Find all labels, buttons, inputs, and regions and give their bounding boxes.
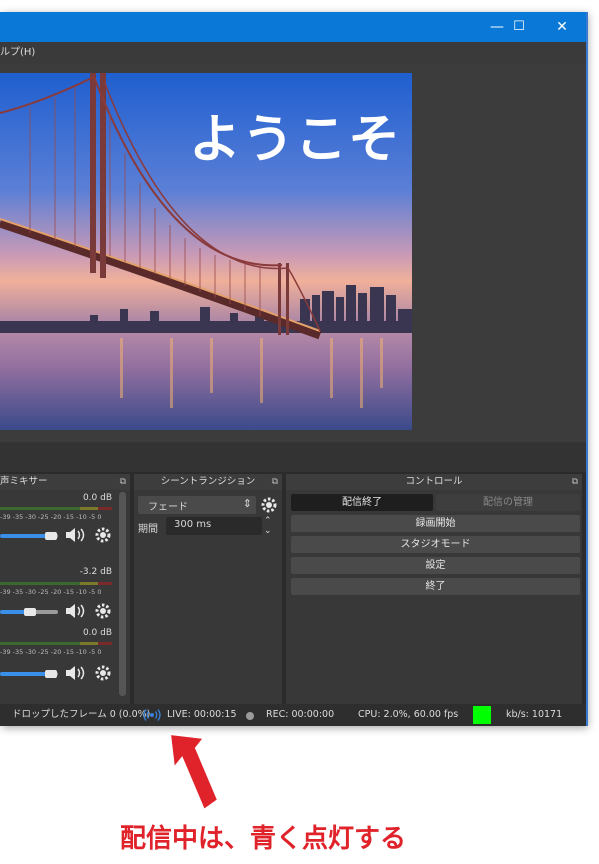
controls-dock: 配信終了 配信の管理 録画開始 スタジオモード 設定 終了 — [286, 490, 582, 704]
preview-image: ようこそ — [0, 73, 412, 430]
rec-indicator-icon — [246, 712, 254, 720]
status-bar: ドロップしたフレーム 0 (0.0%) LIVE: 00:00:15 REC: … — [0, 704, 586, 726]
cpu-usage: CPU: 2.0%, 60.00 fps — [358, 709, 459, 720]
mixer-dock-title: 声ミキサー — [0, 476, 48, 487]
title-bar: — ☐ ✕ — [0, 12, 586, 42]
menu-help[interactable]: ルプ(H) — [0, 42, 35, 64]
duration-spinbox[interactable]: 300 ms — [166, 517, 262, 535]
start-recording-button[interactable]: 録画開始 — [291, 515, 580, 532]
volume-knob[interactable] — [45, 532, 57, 540]
obs-window: — ☐ ✕ ルプ(H) ようこそ 声ミキサー ⧉ 0.0 dB -39 -35 … — [0, 12, 586, 726]
gear-icon[interactable] — [94, 664, 112, 682]
transitions-dock-header: シーントランジション ⧉ — [134, 474, 282, 490]
transitions-dock-title: シーントランジション — [160, 476, 256, 487]
mixer-dock: 0.0 dB -39 -35 -30 -25 -20 -15 -10 -5 0 … — [0, 490, 130, 704]
transition-select[interactable]: フェード ⇕ — [138, 496, 256, 514]
manage-broadcast-button[interactable]: 配信の管理 — [436, 494, 580, 511]
channel-meter-peak — [98, 507, 112, 510]
annotation-caption: 配信中は、青く点灯する — [120, 824, 407, 854]
maximize-button[interactable]: ☐ — [497, 12, 541, 42]
channel-meter-warn — [80, 642, 98, 645]
channel-meter-peak — [98, 582, 112, 585]
bitrate: kb/s: 10171 — [506, 709, 563, 720]
menu-bar: ルプ(H) — [0, 42, 586, 64]
dropped-frames: ドロップしたフレーム 0 (0.0%) — [12, 709, 151, 720]
controls-dock-header: コントロール ⧉ — [286, 474, 582, 490]
mixer-channel-1: 0.0 dB -39 -35 -30 -25 -20 -15 -10 -5 0 — [0, 490, 118, 550]
welcome-text: ようこそ — [189, 110, 402, 170]
transitions-undock-icon[interactable]: ⧉ — [272, 474, 278, 490]
volume-knob[interactable] — [45, 670, 57, 678]
channel-meter — [0, 642, 80, 645]
channel-meter — [0, 582, 80, 585]
channel-meter-warn — [80, 582, 98, 585]
speaker-icon[interactable] — [64, 664, 86, 682]
transition-select-value: フェード — [148, 502, 188, 513]
rec-timer: REC: 00:00:00 — [266, 709, 335, 720]
close-button[interactable]: ✕ — [540, 12, 584, 42]
scene-strip — [0, 442, 586, 472]
stop-streaming-button[interactable]: 配信終了 — [291, 494, 433, 511]
annotation-arrow-icon — [168, 732, 220, 812]
studio-mode-button[interactable]: スタジオモード — [291, 536, 580, 553]
transitions-dock: フェード ⇕ 期間 300 ms ⌃ ⌄ — [134, 490, 282, 704]
channel-ticks: -39 -35 -30 -25 -20 -15 -10 -5 0 — [0, 588, 102, 596]
mixer-channel-2: -3.2 dB -39 -35 -30 -25 -20 -15 -10 -5 0 — [0, 552, 118, 619]
channel-meter-warn — [80, 507, 98, 510]
duration-value: 300 ms — [174, 519, 212, 530]
controls-dock-title: コントロール — [405, 476, 463, 487]
mixer-undock-icon[interactable]: ⧉ — [120, 474, 126, 490]
channel-ticks: -39 -35 -30 -25 -20 -15 -10 -5 0 — [0, 513, 102, 521]
channel-db: 0.0 dB — [82, 493, 112, 503]
channel-db: -3.2 dB — [79, 567, 112, 577]
controls-undock-icon[interactable]: ⧉ — [572, 474, 578, 490]
gear-icon[interactable] — [94, 526, 112, 544]
live-broadcast-icon — [143, 709, 161, 721]
duration-label: 期間 — [138, 524, 158, 535]
mixer-dock-header: 声ミキサー ⧉ — [0, 474, 130, 490]
chevron-updown-icon: ⇕ — [242, 497, 252, 510]
preview-area[interactable]: ようこそ — [0, 64, 586, 442]
spin-down-icon[interactable]: ⌄ — [264, 526, 272, 536]
window-border — [586, 12, 588, 726]
spin-up-icon[interactable]: ⌃ — [264, 516, 272, 526]
settings-button[interactable]: 設定 — [291, 557, 580, 574]
channel-db: 0.0 dB — [82, 628, 112, 638]
stream-health-indicator — [473, 706, 491, 724]
exit-button[interactable]: 終了 — [291, 578, 580, 595]
transition-gear-icon[interactable] — [260, 496, 278, 514]
channel-meter-peak — [98, 642, 112, 645]
speaker-icon[interactable] — [64, 526, 86, 544]
channel-ticks: -39 -35 -30 -25 -20 -15 -10 -5 0 — [0, 648, 102, 656]
mixer-channel-3: 0.0 dB -39 -35 -30 -25 -20 -15 -10 -5 0 — [0, 614, 118, 681]
close-icon: ✕ — [556, 19, 568, 35]
channel-meter — [0, 507, 80, 510]
live-timer: LIVE: 00:00:15 — [167, 709, 237, 720]
maximize-icon: ☐ — [513, 19, 525, 34]
mixer-scrollbar[interactable] — [119, 492, 126, 696]
